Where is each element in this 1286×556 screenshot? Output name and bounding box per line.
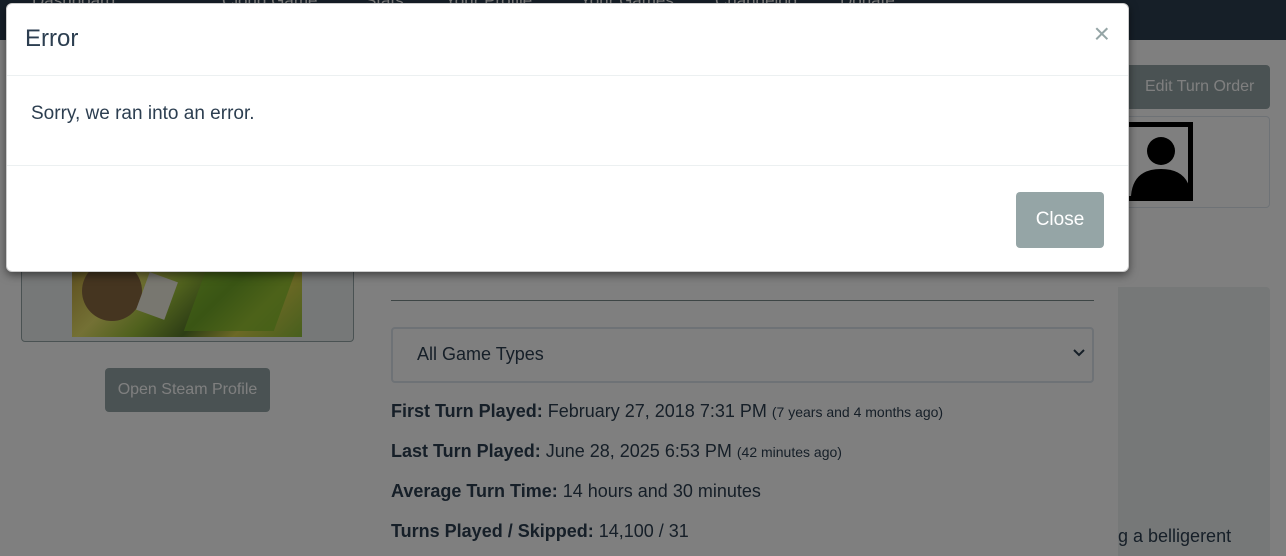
modal-title: Error (25, 25, 79, 52)
modal-header: Error × (7, 4, 1128, 76)
modal-footer: Close (7, 166, 1128, 273)
close-button[interactable]: Close (1016, 192, 1104, 248)
error-message: Sorry, we ran into an error. (31, 103, 255, 124)
modal-body: Sorry, we ran into an error. (7, 76, 1128, 166)
error-modal: Error × Sorry, we ran into an error. Clo… (6, 3, 1129, 272)
close-icon[interactable]: × (1094, 20, 1110, 48)
